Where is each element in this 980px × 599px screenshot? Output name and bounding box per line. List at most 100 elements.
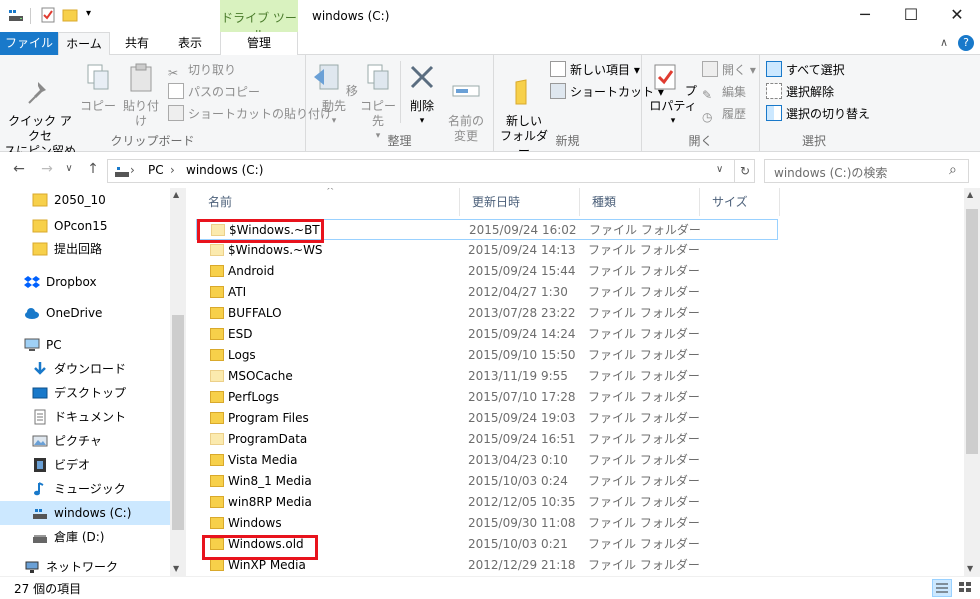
address-dropdown-icon[interactable]: ∨ xyxy=(716,164,723,175)
nav-item-2050_10[interactable]: 2050_10 xyxy=(0,188,170,212)
column-header-name[interactable]: 名前 xyxy=(196,188,460,216)
file-row[interactable]: Win8_1 Media 2015/10/03 0:24 ファイル フォルダー xyxy=(196,471,778,492)
file-type: ファイル フォルダー xyxy=(588,537,700,551)
up-button[interactable]: ↑ xyxy=(84,161,102,177)
nav-item-videos[interactable]: ビデオ xyxy=(0,453,170,477)
forward-button[interactable]: → xyxy=(38,161,56,177)
file-row[interactable]: $Windows.~WS 2015/09/24 14:13 ファイル フォルダー xyxy=(196,240,778,261)
open-button[interactable]: 開く ▾ xyxy=(702,60,756,80)
file-row[interactable]: Windows 2015/09/30 11:08 ファイル フォルダー xyxy=(196,513,778,534)
edit-button[interactable]: ✎ 編集 xyxy=(702,82,746,102)
select-none-button[interactable]: 選択解除 xyxy=(766,82,834,102)
file-row[interactable]: PerfLogs 2015/07/10 17:28 ファイル フォルダー xyxy=(196,387,778,408)
paste-button[interactable]: 貼り付け xyxy=(118,57,164,129)
column-header-type[interactable]: 種類 xyxy=(580,188,700,216)
tab-file[interactable]: ファイル xyxy=(0,32,58,55)
nav-item-dropbox[interactable]: Dropbox xyxy=(0,270,170,294)
organize-group-label: 整理 xyxy=(387,134,412,148)
breadcrumb-drive[interactable]: windows (C:) xyxy=(186,163,263,177)
new-item-button[interactable]: 新しい項目 ▾ xyxy=(550,60,640,80)
scroll-down-icon[interactable]: ▼ xyxy=(967,564,973,573)
nav-item-onedrive[interactable]: OneDrive xyxy=(0,301,170,325)
ribbon-collapse-icon[interactable]: ∧ xyxy=(940,36,948,49)
invert-selection-button[interactable]: 選択の切り替え xyxy=(766,104,870,124)
delete-button[interactable]: 削除 ▾ xyxy=(404,57,440,129)
tab-share[interactable]: 共有 xyxy=(112,32,162,55)
nav-item-downloads[interactable]: ダウンロード xyxy=(0,357,170,381)
column-header-size[interactable]: サイズ xyxy=(700,188,780,216)
column-header-date[interactable]: 更新日時 xyxy=(460,188,580,216)
pin-icon xyxy=(28,82,46,104)
nav-item-opcon15[interactable]: OPcon15 xyxy=(0,214,170,238)
file-row[interactable]: win8RP Media 2012/12/05 10:35 ファイル フォルダー xyxy=(196,492,778,513)
quick-access-dropdown-icon[interactable]: ▾ xyxy=(86,8,91,19)
nav-item-pc[interactable]: PC xyxy=(0,333,170,357)
cut-button[interactable]: ✂ 切り取り xyxy=(168,60,236,80)
properties-button[interactable]: プロパティ ▾ xyxy=(646,57,700,129)
search-input[interactable]: windows (C:)の検索 ⌕ xyxy=(764,159,969,183)
help-icon[interactable]: ? xyxy=(958,35,974,51)
organize-group: 移動先 ▾ コピー先 ▾ 削除 ▾ 名前の 変更 整理 xyxy=(306,55,494,152)
nav-item-pictures[interactable]: ピクチャ xyxy=(0,429,170,453)
details-view-icon[interactable] xyxy=(932,579,952,597)
close-button[interactable]: ✕ xyxy=(934,0,980,32)
file-name: Vista Media xyxy=(228,453,298,467)
history-button[interactable]: ◷ 履歴 xyxy=(702,104,746,124)
file-type: ファイル フォルダー xyxy=(588,516,700,530)
move-to-button[interactable]: 移動先 ▾ xyxy=(310,57,358,129)
properties-quick-icon[interactable] xyxy=(40,7,56,23)
nav-item-storage-d[interactable]: 倉庫 (D:) xyxy=(0,525,170,549)
nav-item-desktop[interactable]: デスクトップ xyxy=(0,381,170,405)
refresh-icon[interactable]: ↻ xyxy=(734,160,755,182)
nav-item-windows-c[interactable]: windows (C:) xyxy=(0,501,170,525)
copy-button[interactable]: コピー xyxy=(80,57,116,114)
drive-icon xyxy=(33,535,47,543)
copy-to-icon xyxy=(367,64,389,90)
select-all-button[interactable]: すべて選択 xyxy=(766,60,845,80)
file-type: ファイル フォルダー xyxy=(588,453,700,467)
tab-manage[interactable]: 管理 xyxy=(220,32,298,55)
tab-home[interactable]: ホーム xyxy=(58,32,110,56)
ribbon: クイック アクセ スにピン留め コピー 貼り付け ✂ 切り取り パスのコピー ショ… xyxy=(0,55,980,158)
file-type: ファイル フォルダー xyxy=(588,243,700,257)
file-list-scrollbar-thumb[interactable] xyxy=(966,209,978,454)
nav-item-music[interactable]: ミュージック xyxy=(0,477,170,501)
scissors-icon: ✂ xyxy=(168,66,179,80)
nav-item-documents[interactable]: ドキュメント xyxy=(0,405,170,429)
search-icon[interactable]: ⌕ xyxy=(949,162,957,178)
maximize-button[interactable]: ☐ xyxy=(888,0,934,32)
folder-icon xyxy=(210,370,224,382)
onedrive-icon xyxy=(25,308,39,319)
back-button[interactable]: ← xyxy=(10,161,28,177)
file-row[interactable]: ProgramData 2015/09/24 16:51 ファイル フォルダー xyxy=(196,429,778,450)
file-name: BUFFALO xyxy=(228,306,282,320)
window-title: windows (C:) xyxy=(312,9,390,23)
file-row[interactable]: Logs 2015/09/10 15:50 ファイル フォルダー xyxy=(196,345,778,366)
nav-item-network[interactable]: ネットワーク xyxy=(0,555,170,576)
file-row[interactable]: ATI 2012/04/27 1:30 ファイル フォルダー xyxy=(196,282,778,303)
nav-scrollbar-thumb[interactable] xyxy=(172,315,184,530)
file-row[interactable]: MSOCache 2013/11/19 9:55 ファイル フォルダー xyxy=(196,366,778,387)
highlight-box-windows-bt xyxy=(197,219,324,243)
nav-scroll-down-icon[interactable]: ▼ xyxy=(173,564,179,573)
file-row[interactable]: Android 2015/09/24 15:44 ファイル フォルダー xyxy=(196,261,778,282)
drive-small-icon xyxy=(115,167,129,177)
new-folder-quick-icon[interactable] xyxy=(62,7,78,23)
file-row[interactable]: BUFFALO 2013/07/28 23:22 ファイル フォルダー xyxy=(196,303,778,324)
file-row[interactable]: Vista Media 2013/04/23 0:10 ファイル フォルダー xyxy=(196,450,778,471)
recent-locations-button[interactable]: ∨ xyxy=(60,163,78,174)
file-type: ファイル フォルダー xyxy=(588,306,700,320)
copy-path-button[interactable]: パスのコピー xyxy=(168,82,260,102)
large-icons-view-icon[interactable] xyxy=(956,579,976,597)
rename-button[interactable]: 名前の 変更 xyxy=(444,57,488,144)
file-row[interactable]: Program Files 2015/09/24 19:03 ファイル フォルダー xyxy=(196,408,778,429)
nav-item-submission-circuit[interactable]: 提出回路 xyxy=(0,237,170,261)
nav-scroll-up-icon[interactable]: ▲ xyxy=(173,190,179,199)
tab-view[interactable]: 表示 xyxy=(164,32,216,55)
minimize-button[interactable]: ─ xyxy=(842,0,888,32)
file-row[interactable]: ESD 2015/09/24 14:24 ファイル フォルダー xyxy=(196,324,778,345)
address-bar[interactable]: › PC › windows (C:) ∨ ↻ xyxy=(107,159,755,183)
scroll-up-icon[interactable]: ▲ xyxy=(967,190,973,199)
copy-to-button[interactable]: コピー先 ▾ xyxy=(358,57,398,144)
breadcrumb-pc[interactable]: PC xyxy=(148,163,164,177)
